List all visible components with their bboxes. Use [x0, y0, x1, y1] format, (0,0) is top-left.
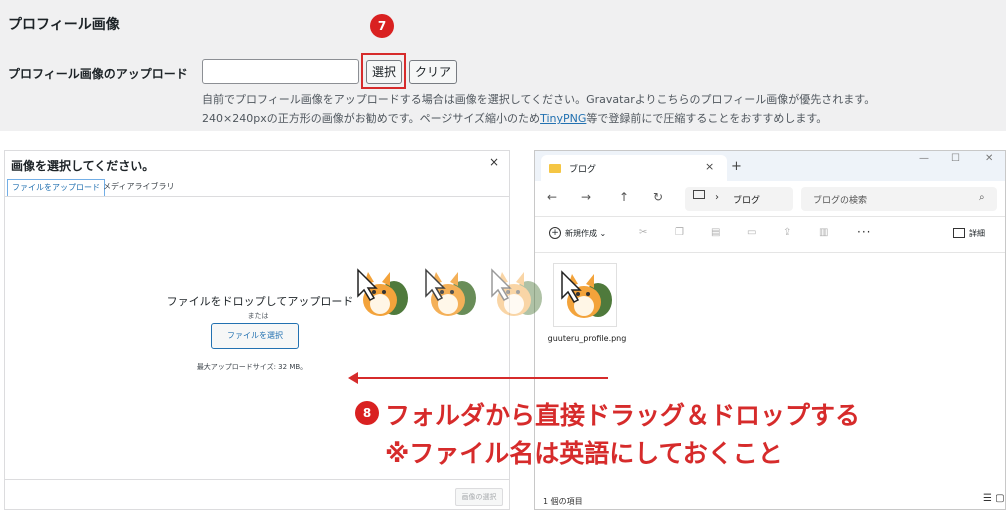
drag-ghost-image	[484, 262, 548, 326]
select-image-button[interactable]: 画像の選択	[455, 488, 503, 506]
file-thumbnail[interactable]	[553, 263, 617, 327]
screenshot-root: プロフィール画像 プロフィール画像のアップロード 選択 クリア 7 自前でプロフ…	[0, 0, 1006, 510]
choose-file-button[interactable]: ファイルを選択	[211, 323, 299, 349]
address-bar[interactable]: › ブログ	[685, 187, 793, 211]
divider	[5, 196, 509, 197]
drag-ghost-image	[418, 262, 482, 326]
annotation-line-2: ※ファイル名は英語にしておくこと	[385, 439, 783, 468]
tab-upload-files[interactable]: ファイルをアップロード	[7, 179, 105, 197]
delete-icon[interactable]: ▥	[819, 227, 828, 238]
divider	[5, 479, 509, 480]
copy-icon[interactable]: ❐	[675, 227, 684, 238]
new-button[interactable]: 新規作成 ⌄	[565, 228, 606, 239]
search-placeholder: ブログの検索	[813, 196, 868, 206]
close-icon[interactable]: ×	[489, 155, 499, 169]
file-name: guuteru_profile.png	[547, 334, 627, 343]
pc-icon	[693, 190, 705, 199]
details-button[interactable]: 詳細	[969, 228, 985, 239]
more-icon[interactable]: ···	[857, 225, 871, 239]
select-button[interactable]: 選択	[366, 60, 402, 84]
chevron-down-icon: ⌄	[599, 229, 607, 238]
search-input[interactable]: ブログの検索 ⌕	[801, 187, 997, 211]
profile-settings-panel: プロフィール画像 プロフィール画像のアップロード 選択 クリア 7 自前でプロフ…	[0, 0, 1006, 131]
description-line-1: 自前でプロフィール画像をアップロードする場合は画像を選択してください。Grava…	[202, 93, 876, 106]
section-title: プロフィール画像	[8, 17, 120, 33]
status-bar-count: 1 個の項目	[543, 497, 583, 506]
tab-label: ブログ	[569, 165, 597, 175]
cat-image-icon	[491, 268, 542, 316]
paste-icon[interactable]: ▤	[711, 227, 720, 238]
new-button-label: 新規作成	[565, 229, 597, 238]
plus-circle-icon[interactable]: +	[549, 227, 561, 239]
refresh-icon[interactable]: ↻	[653, 190, 663, 204]
explorer-tab[interactable]: ブログ ×	[541, 155, 727, 181]
cat-image-icon	[425, 268, 476, 316]
tinypng-link[interactable]: TinyPNG	[540, 112, 586, 125]
details-pane-icon[interactable]	[953, 228, 965, 238]
cut-icon[interactable]: ✂	[639, 227, 647, 238]
drag-ghost-image	[350, 262, 414, 326]
modal-title: 画像を選択してください。	[11, 159, 155, 173]
explorer-titlebar: ブログ × + — ☐ ✕	[535, 151, 1005, 181]
chevron-right-icon: ›	[715, 192, 719, 203]
annotation-line-1: フォルダから直接ドラッグ＆ドロップする	[385, 401, 861, 430]
explorer-toolbar: + 新規作成 ⌄ ✂ ❐ ▤ ▭ ⇪ ▥ ··· 詳細	[535, 217, 1005, 253]
forward-icon[interactable]: →	[581, 190, 591, 204]
cat-image-icon	[357, 268, 408, 316]
description-line-2: 240×240pxの正方形の画像がお勧めです。ページサイズ縮小のためTinyPN…	[202, 109, 875, 128]
close-window-icon[interactable]: ✕	[985, 153, 993, 164]
rename-icon[interactable]: ▭	[747, 227, 756, 238]
tab-media-library[interactable]: メディアライブラリ	[99, 179, 178, 197]
minimize-icon[interactable]: —	[919, 153, 929, 164]
new-tab-icon[interactable]: +	[731, 159, 742, 174]
back-icon[interactable]: ←	[547, 190, 557, 204]
desc-line2-post: 等で登録前にで圧縮することをおすすめします。	[586, 112, 828, 125]
step-7-badge: 7	[370, 14, 394, 38]
desc-line2-pre: 240×240pxの正方形の画像がお勧めです。ページサイズ縮小のため	[202, 112, 541, 125]
clear-button[interactable]: クリア	[409, 60, 457, 84]
max-upload-size: 最大アップロードサイズ: 32 MB。	[196, 363, 308, 371]
step-8-badge: 8	[355, 401, 379, 425]
view-toggle-icons[interactable]: ☰ ▢	[983, 493, 1005, 504]
explorer-navbar: ← → ↑ ↻ › ブログ ブログの検索 ⌕	[535, 181, 1005, 217]
cat-image-icon	[561, 270, 612, 318]
profile-image-url-input[interactable]	[202, 59, 359, 84]
address-text: ブログ	[733, 196, 761, 206]
share-icon[interactable]: ⇪	[783, 227, 791, 238]
maximize-icon[interactable]: ☐	[951, 153, 960, 164]
close-icon[interactable]: ×	[705, 160, 714, 173]
upload-label: プロフィール画像のアップロード	[8, 67, 188, 81]
folder-icon	[549, 164, 561, 173]
drag-arrow-line	[354, 377, 608, 379]
search-icon: ⌕	[979, 192, 985, 203]
up-icon[interactable]: ↑	[619, 190, 629, 204]
arrow-left-icon	[348, 372, 358, 384]
upload-description: 自前でプロフィール画像をアップロードする場合は画像を選択してください。Grava…	[202, 90, 875, 128]
